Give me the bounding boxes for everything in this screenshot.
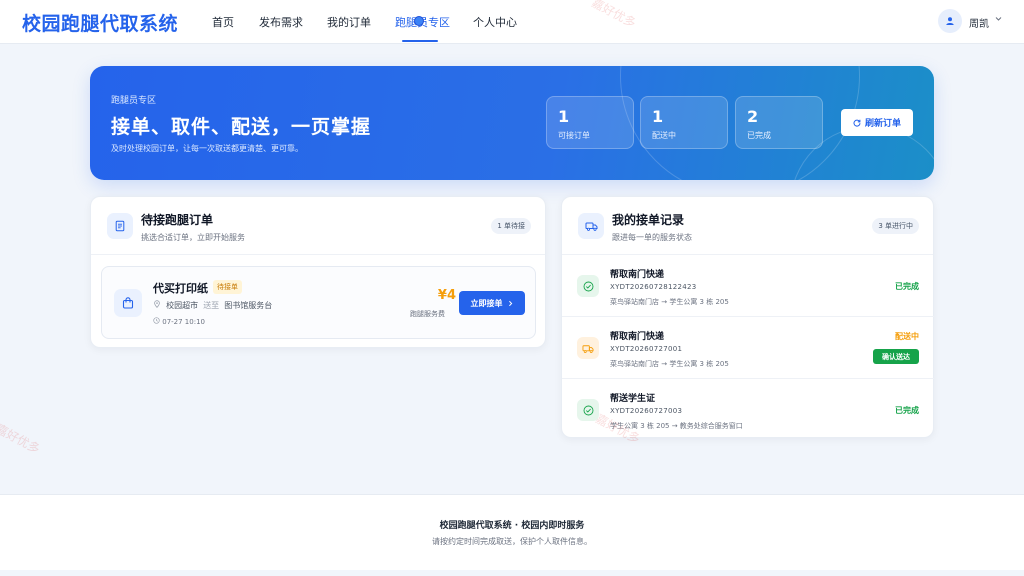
record-item[interactable]: 帮送学生证 XYDT20260727003 学生公寓 3 栋 205 → 教务处… — [562, 379, 934, 441]
truck-icon — [577, 337, 599, 359]
chevron-down-icon[interactable] — [994, 14, 1003, 26]
record-route: 菜鸟驿站南门店 → 学生公寓 3 栋 205 — [610, 298, 729, 306]
record-item[interactable]: 帮取南门快递 XYDT20260727001 菜鸟驿站南门店 → 学生公寓 3 … — [562, 317, 934, 379]
stat-delivering: 1 配送中 — [640, 96, 728, 149]
card-title: 我的接单记录 — [612, 213, 685, 227]
nav-item-my-orders[interactable]: 我的订单 — [327, 14, 371, 30]
card-subtitle: 挑选合适订单，立即开始服务 — [141, 233, 245, 242]
stat-label: 可接订单 — [558, 131, 590, 140]
stat-label: 已完成 — [747, 131, 771, 140]
record-title: 帮取南门快递 — [610, 270, 665, 280]
top-navbar: 校园跑腿代取系统 首页 发布需求 我的订单 跑腿员专区 个人中心 周凯 — [0, 0, 1024, 44]
truck-icon — [578, 213, 604, 239]
refresh-orders-button[interactable]: 刷新订单 — [841, 109, 913, 136]
record-order-number: XYDT20260728122423 — [610, 283, 697, 291]
chevron-right-icon — [508, 300, 512, 306]
record-status: 配送中 — [895, 332, 919, 341]
user-icon — [946, 17, 954, 25]
pending-orders-card: 待接跑腿订单 挑选合适订单，立即开始服务 1 单待接 代买打印纸 待接单 校园超… — [90, 196, 546, 348]
document-icon — [107, 213, 133, 239]
my-records-card: 我的接单记录 跟进每一单的服务状态 3 单进行中 帮取南门快递 XYDT2026… — [561, 196, 934, 438]
card-title: 待接跑腿订单 — [141, 213, 214, 227]
stat-value: 1 — [652, 107, 664, 126]
nav-item-publish[interactable]: 发布需求 — [259, 14, 303, 30]
card-header: 待接跑腿订单 挑选合适订单，立即开始服务 1 单待接 — [91, 197, 545, 255]
record-order-number: XYDT20260727001 — [610, 345, 683, 353]
hero-banner: 跑腿员专区 接单、取件、配送，一页掌握 及时处理校园订单，让每一次取送都更清楚、… — [90, 66, 934, 180]
pending-order-item[interactable]: 代买打印纸 待接单 校园超市 送至 图书馆服务台 07-27 10:10 ¥4 … — [101, 266, 536, 339]
record-status: 已完成 — [895, 282, 919, 291]
record-route: 菜鸟驿站南门店 → 学生公寓 3 栋 205 — [610, 360, 729, 368]
order-time-value: 07-27 10:10 — [162, 318, 205, 326]
order-price-label: 跑腿服务费 — [410, 310, 445, 318]
order-price: ¥4 — [437, 288, 456, 303]
active-tab-indicator — [402, 40, 438, 42]
watermark: 嘉好优多 — [0, 421, 43, 457]
hero-kicker: 跑腿员专区 — [111, 96, 157, 106]
stat-value: 2 — [747, 107, 759, 126]
app-title[interactable]: 校园跑腿代取系统 — [22, 9, 178, 36]
order-time: 07-27 10:10 — [153, 317, 205, 326]
record-order-number: XYDT20260727003 — [610, 407, 683, 415]
refresh-icon — [853, 119, 861, 127]
order-status-tag: 待接单 — [213, 280, 242, 294]
card-header: 我的接单记录 跟进每一单的服务状态 3 单进行中 — [562, 197, 933, 255]
accept-order-label: 立即接单 — [470, 298, 503, 308]
hero-description: 及时处理校园订单，让每一次取送都更清楚、更可靠。 — [111, 144, 303, 153]
order-to-word: 送至 — [203, 301, 220, 310]
stat-label: 配送中 — [652, 131, 676, 140]
record-item[interactable]: 帮取南门快递 XYDT20260728122423 菜鸟驿站南门店 → 学生公寓… — [562, 255, 934, 317]
clock-icon — [153, 317, 162, 326]
stat-available-orders: 1 可接订单 — [546, 96, 634, 149]
stat-completed: 2 已完成 — [735, 96, 823, 149]
record-route: 学生公寓 3 栋 205 → 教务处综合服务窗口 — [610, 422, 743, 430]
user-name[interactable]: 周凯 — [969, 15, 989, 30]
location-pin-icon — [153, 300, 164, 310]
order-destination: 图书馆服务台 — [224, 301, 273, 310]
record-title: 帮送学生证 — [610, 394, 656, 404]
card-subtitle: 跟进每一单的服务状态 — [612, 233, 692, 242]
record-status: 已完成 — [895, 406, 919, 415]
mouse-cursor-indicator — [414, 16, 424, 26]
nav-item-home[interactable]: 首页 — [212, 14, 234, 30]
accept-order-button[interactable]: 立即接单 — [459, 291, 525, 315]
nav-item-profile[interactable]: 个人中心 — [473, 14, 517, 30]
records-list: 帮取南门快递 XYDT20260728122423 菜鸟驿站南门店 → 学生公寓… — [562, 255, 935, 439]
user-avatar[interactable] — [938, 9, 962, 33]
shopping-bag-icon — [114, 289, 142, 317]
footer-note: 请按约定时间完成取送，保护个人取件信息。 — [432, 537, 592, 546]
order-title: 代买打印纸 — [153, 282, 208, 295]
confirm-delivered-button[interactable]: 确认送达 — [873, 349, 919, 364]
order-route: 校园超市 送至 图书馆服务台 — [153, 300, 272, 311]
check-circle-icon — [577, 399, 599, 421]
records-count-badge: 3 单进行中 — [872, 218, 919, 234]
record-title: 帮取南门快递 — [610, 332, 665, 342]
pending-count-badge: 1 单待接 — [491, 218, 531, 234]
check-circle-icon — [577, 275, 599, 297]
hero-title: 接单、取件、配送，一页掌握 — [111, 116, 372, 138]
footer-title: 校园跑腿代取系统 · 校园内即时服务 — [439, 521, 585, 531]
refresh-label: 刷新订单 — [864, 119, 901, 129]
order-pickup: 校园超市 — [166, 301, 199, 310]
stat-value: 1 — [558, 107, 570, 126]
page-footer: 校园跑腿代取系统 · 校园内即时服务 请按约定时间完成取送，保护个人取件信息。 — [0, 494, 1024, 570]
